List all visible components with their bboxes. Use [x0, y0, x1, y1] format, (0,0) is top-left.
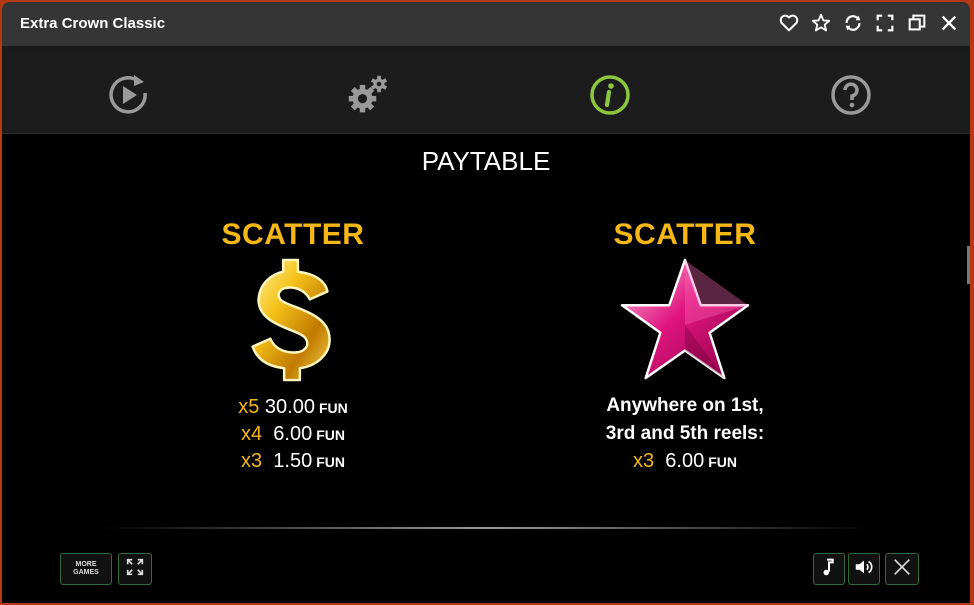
sound-button[interactable] [848, 553, 880, 585]
game-window: Extra Crown Classic PAYTABLE SCATTER x5 … [2, 2, 970, 603]
payout-row: x5 30.00 FUN [238, 396, 348, 418]
payout-row: x3 1.50 FUN [241, 450, 345, 472]
star-icon[interactable] [810, 12, 832, 34]
dollar-scatter-panel: SCATTER x5 30.00 FUN x4 6.00 FUN x3 1.50… [143, 218, 443, 475]
payout-row: x3 6.00 FUN [633, 450, 737, 472]
music-button[interactable] [813, 553, 845, 585]
window-title: Extra Crown Classic [20, 15, 166, 32]
star-scatter-panel: SCATTER Anywhere on 1st, 3rd and 5th ree… [535, 218, 835, 475]
scatter-description: Anywhere on 1st, 3rd and 5th reels: x3 6… [535, 392, 835, 475]
scatter-title: SCATTER [613, 218, 757, 251]
autoplay-icon[interactable] [107, 73, 151, 117]
expand-button[interactable] [118, 553, 152, 585]
dollar-symbol-icon [143, 256, 443, 384]
help-icon[interactable] [829, 73, 873, 117]
scrollbar[interactable] [967, 246, 970, 284]
close-icon[interactable] [938, 12, 960, 34]
refresh-icon[interactable] [842, 12, 864, 34]
window-controls [778, 12, 960, 34]
divider [102, 527, 872, 529]
title-bar: Extra Crown Classic [2, 2, 970, 49]
expand-icon [124, 556, 146, 583]
music-icon [818, 556, 840, 583]
game-menu-toolbar [2, 49, 970, 134]
close-paytable-button[interactable] [885, 553, 919, 585]
settings-icon[interactable] [346, 73, 390, 117]
star-symbol-icon [535, 256, 835, 384]
close-icon [891, 556, 913, 583]
sound-icon [853, 556, 875, 583]
scatter-title: SCATTER [221, 218, 365, 251]
more-games-button[interactable]: MORE GAMES [60, 553, 112, 585]
payout-row: x4 6.00 FUN [241, 423, 345, 445]
paytable-heading: PAYTABLE [421, 146, 551, 176]
fullscreen-icon[interactable] [874, 12, 896, 34]
payout-list: x5 30.00 FUN x4 6.00 FUN x3 1.50 FUN [143, 394, 443, 475]
restore-icon[interactable] [906, 12, 928, 34]
info-icon[interactable] [588, 73, 632, 117]
heart-icon[interactable] [778, 12, 800, 34]
